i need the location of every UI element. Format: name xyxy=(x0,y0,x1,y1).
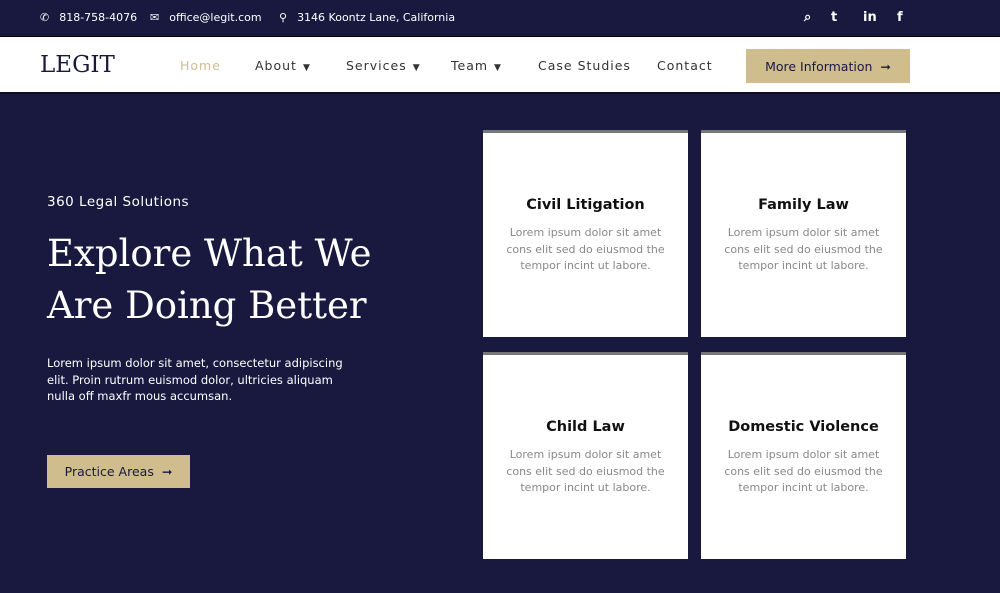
card-text: Lorem ipsum dolor sit amet cons elit sed… xyxy=(724,448,883,494)
arrow-right-icon: ➞ xyxy=(161,464,173,479)
top-bar: ✆ 818-758-4076 ✉ office@legit.com ⚲ 3146 Ko… xyxy=(0,0,1000,37)
practice-areas-button[interactable]: Practice Areas ➞ xyxy=(47,455,190,488)
nav-services[interactable]: Services ▼ xyxy=(346,58,421,73)
caret-down-icon: ▼ xyxy=(494,63,502,73)
service-card[interactable]: Civil Litigation Lorem ipsum dolor sit am… xyxy=(483,130,688,337)
more-information-button[interactable]: More Information ➞ xyxy=(746,49,910,83)
nav-about[interactable]: About ▼ xyxy=(255,58,311,73)
hero-text: Lorem ipsum dolor sit amet, consectetur … xyxy=(47,356,343,403)
card-title: Domestic Violence xyxy=(728,419,879,435)
search-icon[interactable]: ⌕ xyxy=(804,10,811,25)
service-card[interactable]: Domestic Violence Lorem ipsum dolor sit a… xyxy=(701,352,906,559)
nav-team[interactable]: Team ▼ xyxy=(451,58,502,73)
card-title: Civil Litigation xyxy=(526,197,645,213)
hero-title: Explore What We Are Doing Better xyxy=(47,232,372,327)
address: 3146 Koontz Lane, California xyxy=(297,11,456,24)
map-pin-icon: ⚲ xyxy=(279,11,288,24)
caret-down-icon: ▼ xyxy=(302,63,311,73)
logo[interactable]: LEGIT xyxy=(40,52,115,78)
card-text: Lorem ipsum dolor sit amet cons elit sed… xyxy=(724,226,883,272)
nav-home[interactable]: Home xyxy=(180,58,221,73)
arrow-right-icon: ➞ xyxy=(880,58,891,74)
service-card[interactable]: Child Law Lorem ipsum dolor sit amet cons… xyxy=(483,352,688,559)
email-info[interactable]: ✉ office@legit.com xyxy=(150,11,262,24)
caret-down-icon: ▼ xyxy=(412,63,421,73)
card-text: Lorem ipsum dolor sit amet cons elit sed… xyxy=(506,226,665,272)
card-text: Lorem ipsum dolor sit amet cons elit sed… xyxy=(506,448,665,494)
address-info: ⚲ 3146 Koontz Lane, California xyxy=(279,11,455,24)
main-nav: LEGIT Home About ▼ Services ▼ Team ▼ Case S… xyxy=(0,37,1000,94)
nav-case-studies[interactable]: Case Studies xyxy=(538,58,631,73)
phone-icon: ✆ xyxy=(40,11,50,24)
phone-info[interactable]: ✆ 818-758-4076 xyxy=(40,11,137,24)
twitter-icon[interactable]: t xyxy=(831,10,837,25)
hero-subtitle: 360 Legal Solutions xyxy=(47,194,190,210)
facebook-icon[interactable]: f xyxy=(897,10,903,25)
envelope-icon: ✉ xyxy=(150,11,160,24)
email-address: office@legit.com xyxy=(169,11,262,24)
card-title: Family Law xyxy=(758,197,849,213)
phone-number: 818-758-4076 xyxy=(59,11,138,24)
card-title: Child Law xyxy=(546,419,625,435)
service-card[interactable]: Family Law Lorem ipsum dolor sit amet con… xyxy=(701,130,906,337)
nav-contact[interactable]: Contact xyxy=(657,58,713,73)
linkedin-icon[interactable]: in xyxy=(863,10,877,25)
